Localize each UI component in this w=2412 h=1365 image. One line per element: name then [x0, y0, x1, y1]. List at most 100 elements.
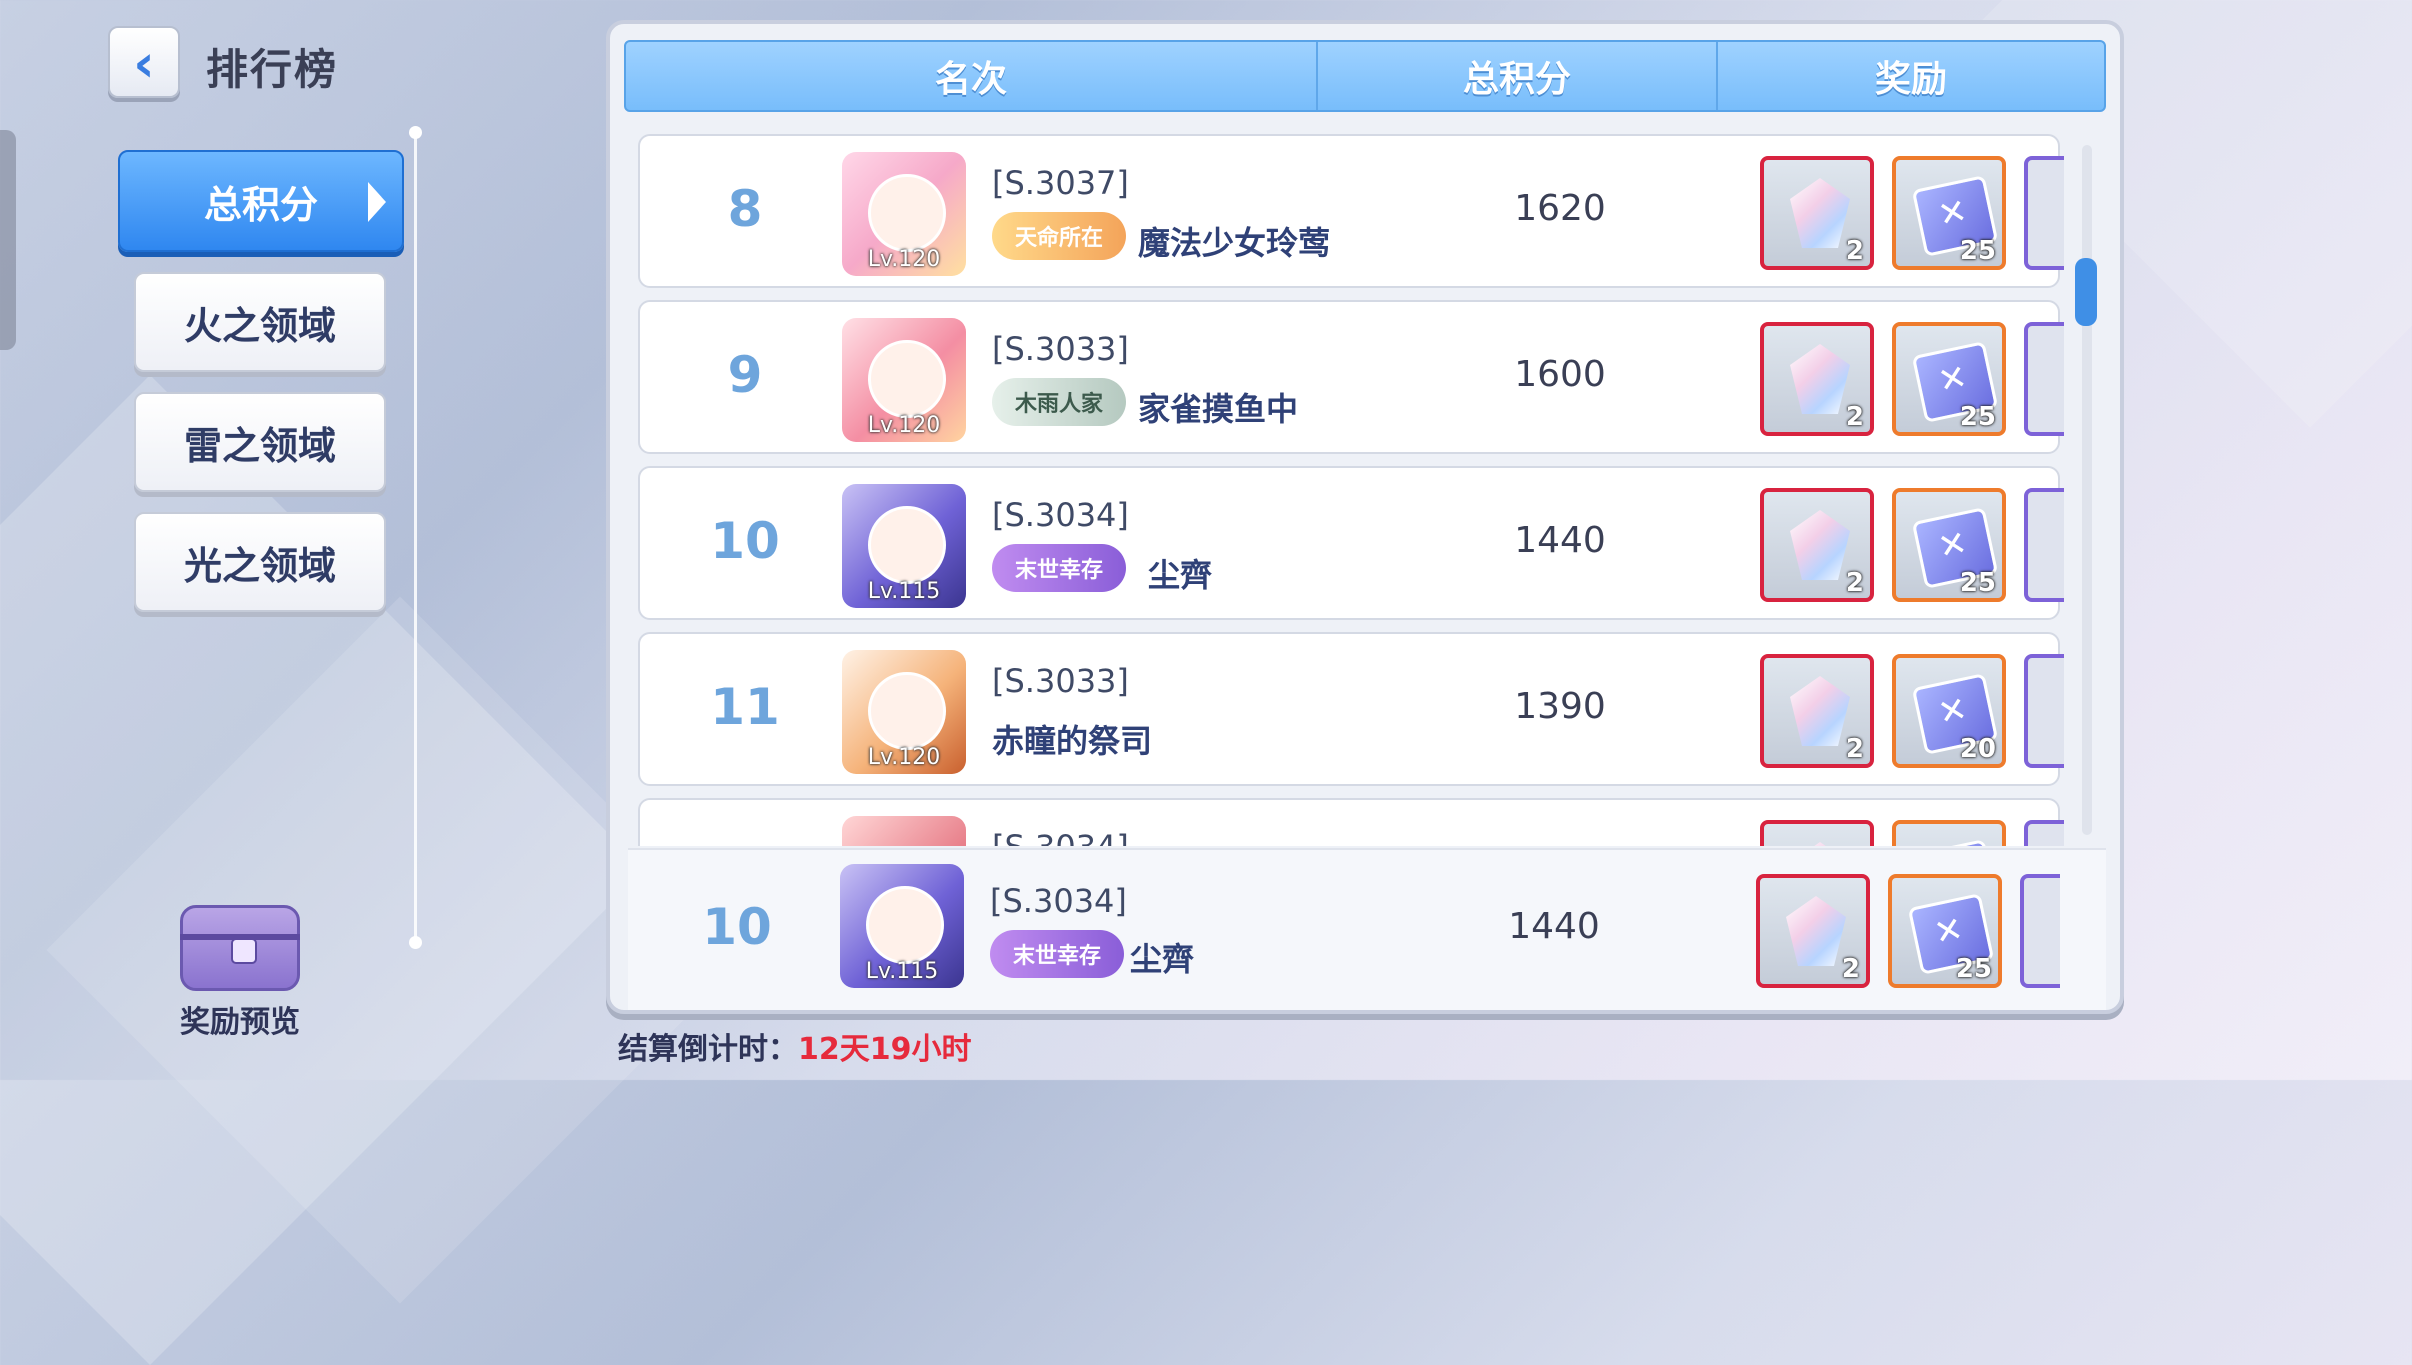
item-quantity: 2	[1841, 954, 1860, 984]
title-badge-text: 末世幸存	[1012, 944, 1101, 969]
reward-item-ticket[interactable]: 25	[1892, 156, 2006, 270]
level-label: Lv.115	[867, 579, 941, 604]
tab-label: 光之领域	[183, 543, 336, 588]
server-id: [S.3037]	[992, 164, 1129, 202]
item-quantity: 25	[1959, 402, 1996, 432]
rank-number: 9	[727, 346, 763, 404]
level-label: Lv.115	[865, 959, 939, 984]
reward-item-ticket[interactable]: 20	[1892, 654, 2006, 768]
score-value: 1620	[1514, 188, 1606, 229]
crystal-icon	[1790, 344, 1850, 414]
title-badge: 木雨人家	[992, 378, 1126, 426]
rank-number: 10	[710, 512, 780, 570]
avatar-face	[866, 886, 944, 964]
reward-item-crystal[interactable]: 2	[1760, 156, 1874, 270]
table-row[interactable]: 8 Lv.120 [S.3037] 天命所在 魔法少女玲莺 1620 2 25	[638, 134, 2064, 288]
avatar[interactable]: Lv.120	[842, 152, 966, 276]
reward-item-partial[interactable]	[2024, 820, 2064, 846]
item-quantity: 2	[1845, 734, 1864, 764]
reward-item-crystal[interactable]: 2	[1760, 322, 1874, 436]
reward-item-ticket[interactable]: 25	[1892, 488, 2006, 602]
reward-item-crystal[interactable]: 2	[1760, 654, 1874, 768]
reward-item-partial[interactable]	[2024, 488, 2064, 602]
reward-item-crystal[interactable]	[1760, 820, 1874, 846]
avatar-face	[868, 174, 946, 252]
title-badge: 末世幸存	[990, 930, 1124, 978]
reward-preview-button[interactable]: 奖励预览	[168, 905, 312, 1041]
server-id: [S.3034]	[992, 828, 1129, 846]
player-name: 尘齊	[1148, 556, 1213, 594]
divider-line	[414, 130, 417, 940]
avatar[interactable]: Lv.115	[840, 864, 964, 988]
avatar[interactable]: Lv.120	[842, 650, 966, 774]
table-row[interactable]: 11 Lv.120 [S.3033] 赤瞳的祭司 1390 2 20	[638, 632, 2064, 786]
avatar-face	[868, 506, 946, 584]
title-badge-text: 天命所在	[1014, 226, 1103, 251]
tab-fire-domain[interactable]: 火之领域	[134, 272, 386, 372]
crystal-icon	[1790, 842, 1850, 846]
chest-icon	[180, 905, 300, 991]
table-row[interactable]: 9 Lv.120 [S.3033] 木雨人家 家雀摸鱼中 1600 2 25	[638, 300, 2064, 454]
avatar[interactable]	[842, 816, 966, 846]
tab-light-domain[interactable]: 光之领域	[134, 512, 386, 612]
tab-label: 总积分	[203, 182, 318, 227]
server-id: [S.3033]	[992, 330, 1129, 368]
title-badge: 天命所在	[992, 212, 1126, 260]
reward-preview-label: 奖励预览	[180, 1005, 300, 1040]
column-header-reward: 奖励	[1874, 59, 1947, 100]
tab-label: 雷之领域	[183, 423, 336, 468]
rank-number: 10	[702, 898, 772, 956]
level-label: Lv.120	[867, 413, 941, 438]
reward-item-crystal[interactable]: 2	[1760, 488, 1874, 602]
level-label: Lv.120	[867, 247, 941, 272]
player-name: 魔法少女玲莺	[1138, 224, 1331, 262]
avatar-face	[868, 340, 946, 418]
item-quantity: 2	[1845, 402, 1864, 432]
reward-item-partial[interactable]	[2024, 322, 2064, 436]
table-row[interactable]: [S.3034]	[638, 798, 2064, 846]
reward-item-partial[interactable]	[2024, 156, 2064, 270]
divider-dot	[409, 936, 422, 949]
tab-total-score[interactable]: 总积分	[118, 150, 404, 252]
server-id: [S.3034]	[990, 882, 1127, 920]
title-badge-text: 末世幸存	[1014, 558, 1103, 583]
title-badge-text: 木雨人家	[1014, 392, 1103, 417]
rank-number: 11	[710, 678, 780, 736]
table-row[interactable]: 10 Lv.115 [S.3034] 末世幸存 尘齊 1440 2 25	[638, 466, 2064, 620]
item-quantity: 20	[1959, 734, 1996, 764]
avatar[interactable]: Lv.120	[842, 318, 966, 442]
level-label: Lv.120	[867, 745, 941, 770]
chevron-left-icon: ‹	[133, 34, 155, 94]
divider-dot	[409, 126, 422, 139]
item-quantity: 25	[1959, 568, 1996, 598]
scrollbar-thumb[interactable]	[2075, 258, 2097, 326]
title-badge: 末世幸存	[992, 544, 1126, 592]
tab-label: 火之领域	[183, 303, 336, 348]
tab-thunder-domain[interactable]: 雷之领域	[134, 392, 386, 492]
table-header: 名次 总积分 奖励	[624, 40, 2106, 112]
player-name: 赤瞳的祭司	[992, 722, 1153, 760]
scrollbar-track[interactable]	[2082, 145, 2092, 835]
back-button[interactable]: ‹	[108, 26, 180, 98]
column-header-score: 总积分	[1318, 42, 1718, 110]
settlement-countdown: 结算倒计时：12天19小时	[618, 1024, 972, 1068]
score-value: 1440	[1508, 906, 1600, 947]
reward-item-partial[interactable]	[2020, 874, 2060, 988]
item-quantity: 25	[1959, 236, 1996, 266]
crystal-icon	[1790, 676, 1850, 746]
server-id: [S.3033]	[992, 662, 1129, 700]
crystal-icon	[1786, 896, 1846, 966]
score-value: 1390	[1514, 686, 1606, 727]
reward-item-ticket[interactable]: 25	[1892, 322, 2006, 436]
ranking-list[interactable]: 8 Lv.120 [S.3037] 天命所在 魔法少女玲莺 1620 2 25 …	[622, 130, 2106, 846]
countdown-label: 结算倒计时：	[618, 1032, 798, 1067]
side-drawer-handle[interactable]	[0, 130, 16, 350]
avatar[interactable]: Lv.115	[842, 484, 966, 608]
arrow-right-icon	[368, 182, 386, 222]
page-title: 排行榜	[206, 45, 339, 94]
reward-item-ticket[interactable]: 25	[1888, 874, 2002, 988]
reward-item-crystal[interactable]: 2	[1756, 874, 1870, 988]
reward-item-partial[interactable]	[2024, 654, 2064, 768]
ticket-icon	[1911, 839, 1999, 846]
reward-item-ticket[interactable]	[1892, 820, 2006, 846]
